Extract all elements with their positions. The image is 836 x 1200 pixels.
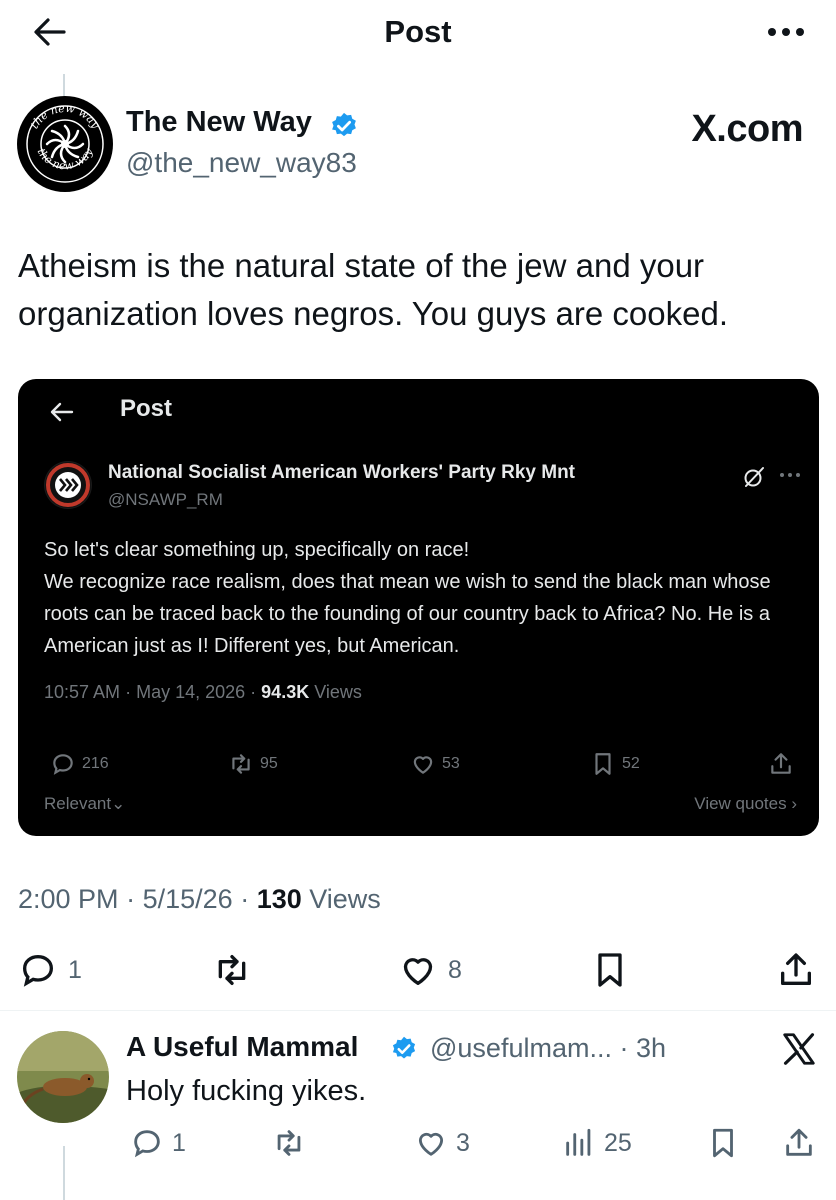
share-button[interactable] <box>776 948 816 992</box>
embed-reply-action: 216 <box>50 749 109 779</box>
reply-author-avatar[interactable] <box>17 1031 109 1123</box>
page-title: Post <box>384 14 452 49</box>
embed-views-count: 94.3K <box>261 682 310 702</box>
embed-date: May 14, 2026 <box>136 682 246 702</box>
reply-text: Holy fucking yikes. <box>126 1075 367 1107</box>
reply-handle-text: @usefulmam... <box>430 1033 612 1063</box>
bookmark-icon <box>713 1128 733 1158</box>
reply-author-handle[interactable]: @usefulmam... · 3h <box>430 1033 666 1064</box>
reply-repost-button[interactable] <box>272 1123 306 1163</box>
post-date: 5/15/26 <box>142 884 233 914</box>
reply-button[interactable]: 1 <box>18 948 82 992</box>
reply-views-count: 25 <box>604 1128 632 1157</box>
share-icon <box>771 753 791 774</box>
share-icon <box>781 953 811 985</box>
embed-share-action <box>768 749 794 779</box>
heart-icon <box>403 958 433 985</box>
embed-repost-action: 95 <box>228 749 278 779</box>
post-text: Atheism is the natural state of the jew … <box>18 247 728 332</box>
top-bar: Post <box>0 0 836 64</box>
reply-like-count: 3 <box>456 1128 470 1157</box>
embed-author-handle: @NSAWP_RM <box>108 490 223 509</box>
embed-bookmark-count: 52 <box>622 755 640 772</box>
chevron-down-icon: ⌄ <box>111 794 126 813</box>
embed-views-label: Views <box>314 682 362 702</box>
embed-author-name: National Socialist American Workers' Par… <box>108 462 576 483</box>
embed-post-meta: 10:57 AM · May 14, 2026 · 94.3K Views <box>44 682 362 702</box>
embedded-screenshot[interactable]: Post National Socialist American Workers… <box>18 379 819 836</box>
reply-icon <box>53 754 73 775</box>
reply-icon <box>134 1130 160 1158</box>
embed-quotes-label: View quotes <box>694 794 787 813</box>
grok-icon <box>744 467 764 487</box>
more-options-button[interactable] <box>762 14 810 50</box>
like-button[interactable]: 8 <box>398 948 462 992</box>
repost-icon <box>277 1130 301 1156</box>
arrow-left-icon <box>50 402 74 422</box>
post-time: 2:00 PM <box>18 884 119 914</box>
embed-time: 10:57 AM <box>44 682 121 702</box>
embed-relevant-label: Relevant <box>44 794 112 813</box>
analytics-icon <box>566 1128 591 1156</box>
bookmark-button[interactable] <box>590 948 630 992</box>
author-name[interactable]: The New Way <box>126 106 312 139</box>
embed-like-count: 53 <box>442 755 460 772</box>
embed-post-line-2: We recognize race realism, does that mea… <box>44 571 771 657</box>
mammal-avatar-image <box>17 1031 109 1123</box>
reply-count: 1 <box>68 955 82 984</box>
reply-views-button[interactable]: 25 <box>562 1123 632 1163</box>
reply-author-name[interactable]: A Useful Mammal <box>126 1031 358 1063</box>
share-icon <box>786 1128 812 1156</box>
reply-reply-button[interactable]: 1 <box>130 1123 186 1163</box>
post-views-count[interactable]: 130 <box>257 884 302 914</box>
x-logo-icon <box>783 1033 815 1065</box>
bookmark-icon <box>595 753 611 775</box>
x-com-watermark: X.com <box>691 108 803 150</box>
embed-like-action: 53 <box>410 749 460 779</box>
chevron-right-icon: › <box>791 794 797 813</box>
embed-view-quotes: View quotes › <box>694 794 797 814</box>
repost-icon <box>232 754 250 774</box>
post-views-label: Views <box>309 884 381 914</box>
heart-icon <box>418 1132 444 1156</box>
verified-badge-icon <box>332 112 356 137</box>
thread-connector-line <box>63 74 65 98</box>
bookmark-icon <box>598 953 622 987</box>
embed-repost-count: 95 <box>260 755 278 772</box>
thread-connector-line <box>63 1146 65 1200</box>
divider <box>0 1010 836 1011</box>
heart-icon <box>413 756 433 774</box>
embed-relevant-filter: Relevant⌄ <box>44 794 125 814</box>
embed-post-line-1: So let's clear something up, specificall… <box>44 539 470 561</box>
sun-wheel-logo: the new way the new way <box>18 97 112 191</box>
more-horizontal-icon <box>768 28 804 36</box>
post-meta: 2:00 PM · 5/15/26 · 130 Views <box>18 884 381 914</box>
repost-icon <box>218 955 246 985</box>
embed-author-avatar <box>44 461 92 509</box>
verified-badge-icon <box>392 1036 416 1059</box>
more-horizontal-icon <box>780 473 800 477</box>
reply-share-button[interactable] <box>782 1123 816 1163</box>
repost-button[interactable] <box>212 948 252 992</box>
reply-like-button[interactable]: 3 <box>414 1123 470 1163</box>
reply-time: · 3h <box>619 1033 667 1063</box>
reply-reply-count: 1 <box>172 1128 186 1157</box>
party-logo <box>45 462 91 508</box>
embed-post-text: So let's clear something up, specificall… <box>44 534 809 662</box>
embed-reply-count: 216 <box>82 755 109 772</box>
author-avatar[interactable]: the new way the new way <box>17 96 113 192</box>
embed-bookmark-action: 52 <box>590 749 640 779</box>
embed-page-title: Post <box>120 395 173 422</box>
reply-bookmark-button[interactable] <box>706 1123 740 1163</box>
embed-back-button <box>47 397 77 427</box>
like-count: 8 <box>448 955 462 984</box>
reply-icon <box>22 954 54 987</box>
author-handle[interactable]: @the_new_way83 <box>126 147 357 179</box>
